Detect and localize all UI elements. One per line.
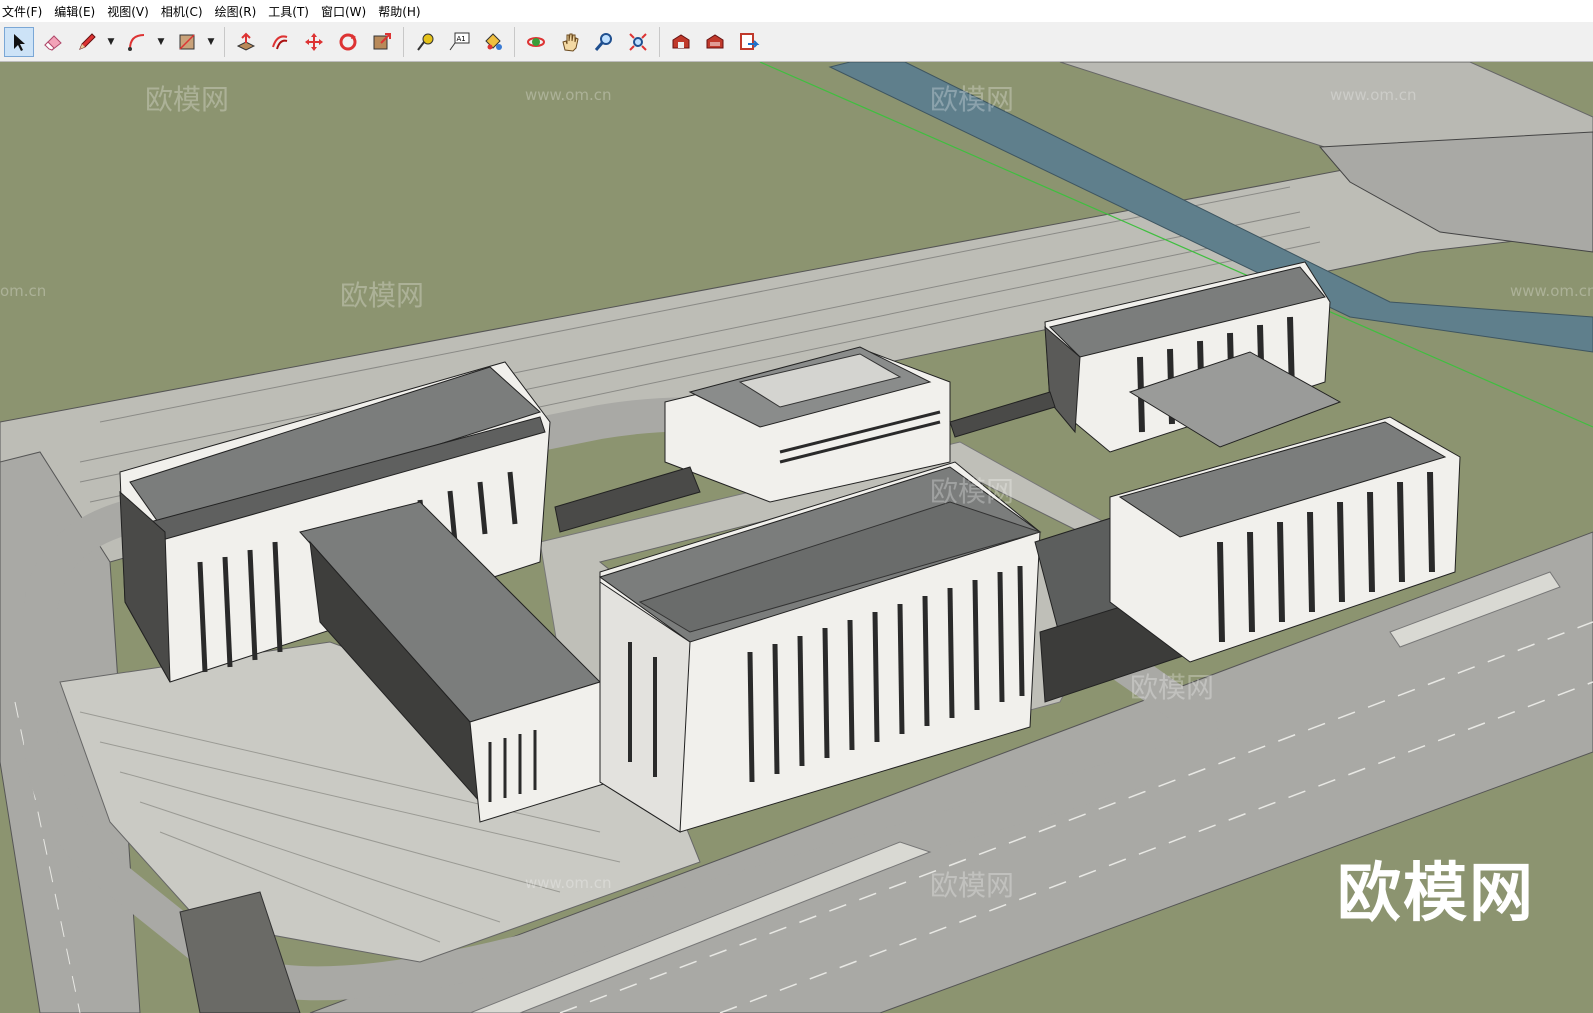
- toolbar-separator: [403, 26, 404, 57]
- text-tool-label: A1: [457, 35, 466, 43]
- menu-tools[interactable]: 工具(T): [268, 3, 317, 20]
- warehouse-button[interactable]: [666, 27, 696, 57]
- line-tool-button[interactable]: [72, 27, 102, 57]
- hand-icon: [562, 33, 579, 52]
- pencil-icon: [79, 32, 96, 50]
- push-pull-tool-button[interactable]: [231, 27, 261, 57]
- orbit-icon: [527, 36, 545, 47]
- menu-camera[interactable]: 相机(C): [161, 3, 211, 20]
- move-icon: [305, 32, 323, 51]
- arc-icon: [128, 33, 145, 51]
- scale-tool-button[interactable]: [367, 27, 397, 57]
- magnifier-icon: [594, 32, 612, 51]
- rotate-icon: [339, 33, 357, 50]
- move-tool-button[interactable]: [299, 27, 329, 57]
- offset-tool-button[interactable]: [265, 27, 295, 57]
- shape-tool-button[interactable]: [172, 27, 202, 57]
- warehouse-icon: [672, 33, 690, 48]
- toolbar-separator: [514, 26, 515, 57]
- menu-file[interactable]: 文件(F): [0, 3, 50, 20]
- arrow-icon: [14, 33, 25, 51]
- watermark-logo: 欧模网: [1337, 857, 1535, 931]
- zoom-extents-icon: [629, 32, 647, 51]
- scale-icon: [373, 32, 391, 49]
- pan-tool-button[interactable]: [555, 27, 585, 57]
- paint-bucket-icon: [485, 32, 502, 50]
- orbit-tool-button[interactable]: [521, 27, 551, 57]
- eraser-icon: [44, 34, 62, 51]
- tape-measure-tool-button[interactable]: [410, 27, 440, 57]
- offset-icon: [272, 35, 288, 49]
- menu-view[interactable]: 视图(V): [107, 3, 157, 20]
- arc-dropdown-icon[interactable]: ▼: [156, 27, 166, 57]
- extension-warehouse-button[interactable]: [700, 27, 730, 57]
- toolbar-separator: [659, 26, 660, 57]
- tape-icon: [417, 33, 434, 51]
- eraser-tool-button[interactable]: [38, 27, 68, 57]
- push-pull-icon: [236, 32, 256, 51]
- menu-edit[interactable]: 编辑(E): [54, 3, 103, 20]
- toolbar-separator: [224, 26, 225, 57]
- zoom-extents-tool-button[interactable]: [623, 27, 653, 57]
- arc-tool-button[interactable]: [122, 27, 152, 57]
- main-toolbar: ▼ ▼ ▼ A1: [0, 22, 1593, 62]
- select-tool-button[interactable]: [4, 26, 34, 57]
- menu-bar: 文件(F) 编辑(E) 视图(V) 相机(C) 绘图(R) 工具(T) 窗口(W…: [0, 0, 1593, 22]
- text-icon: A1: [449, 32, 470, 50]
- send-to-layout-icon: [740, 32, 760, 50]
- line-dropdown-icon[interactable]: ▼: [106, 27, 116, 57]
- menu-help[interactable]: 帮助(H): [378, 3, 428, 20]
- menu-draw[interactable]: 绘图(R): [215, 3, 265, 20]
- paint-bucket-tool-button[interactable]: [478, 27, 508, 57]
- send-to-layout-button[interactable]: [734, 27, 764, 57]
- zoom-tool-button[interactable]: [589, 27, 619, 57]
- text-tool-button[interactable]: A1: [444, 27, 474, 57]
- menu-window[interactable]: 窗口(W): [321, 3, 374, 20]
- model-viewport[interactable]: 欧模网 www.om.cn 欧模网 www.om.cn om.cn 欧模网 ww…: [0, 62, 1593, 1013]
- rectangle-icon: [179, 33, 195, 50]
- rotate-tool-button[interactable]: [333, 27, 363, 57]
- shape-dropdown-icon[interactable]: ▼: [206, 27, 216, 57]
- extension-icon: [706, 33, 724, 48]
